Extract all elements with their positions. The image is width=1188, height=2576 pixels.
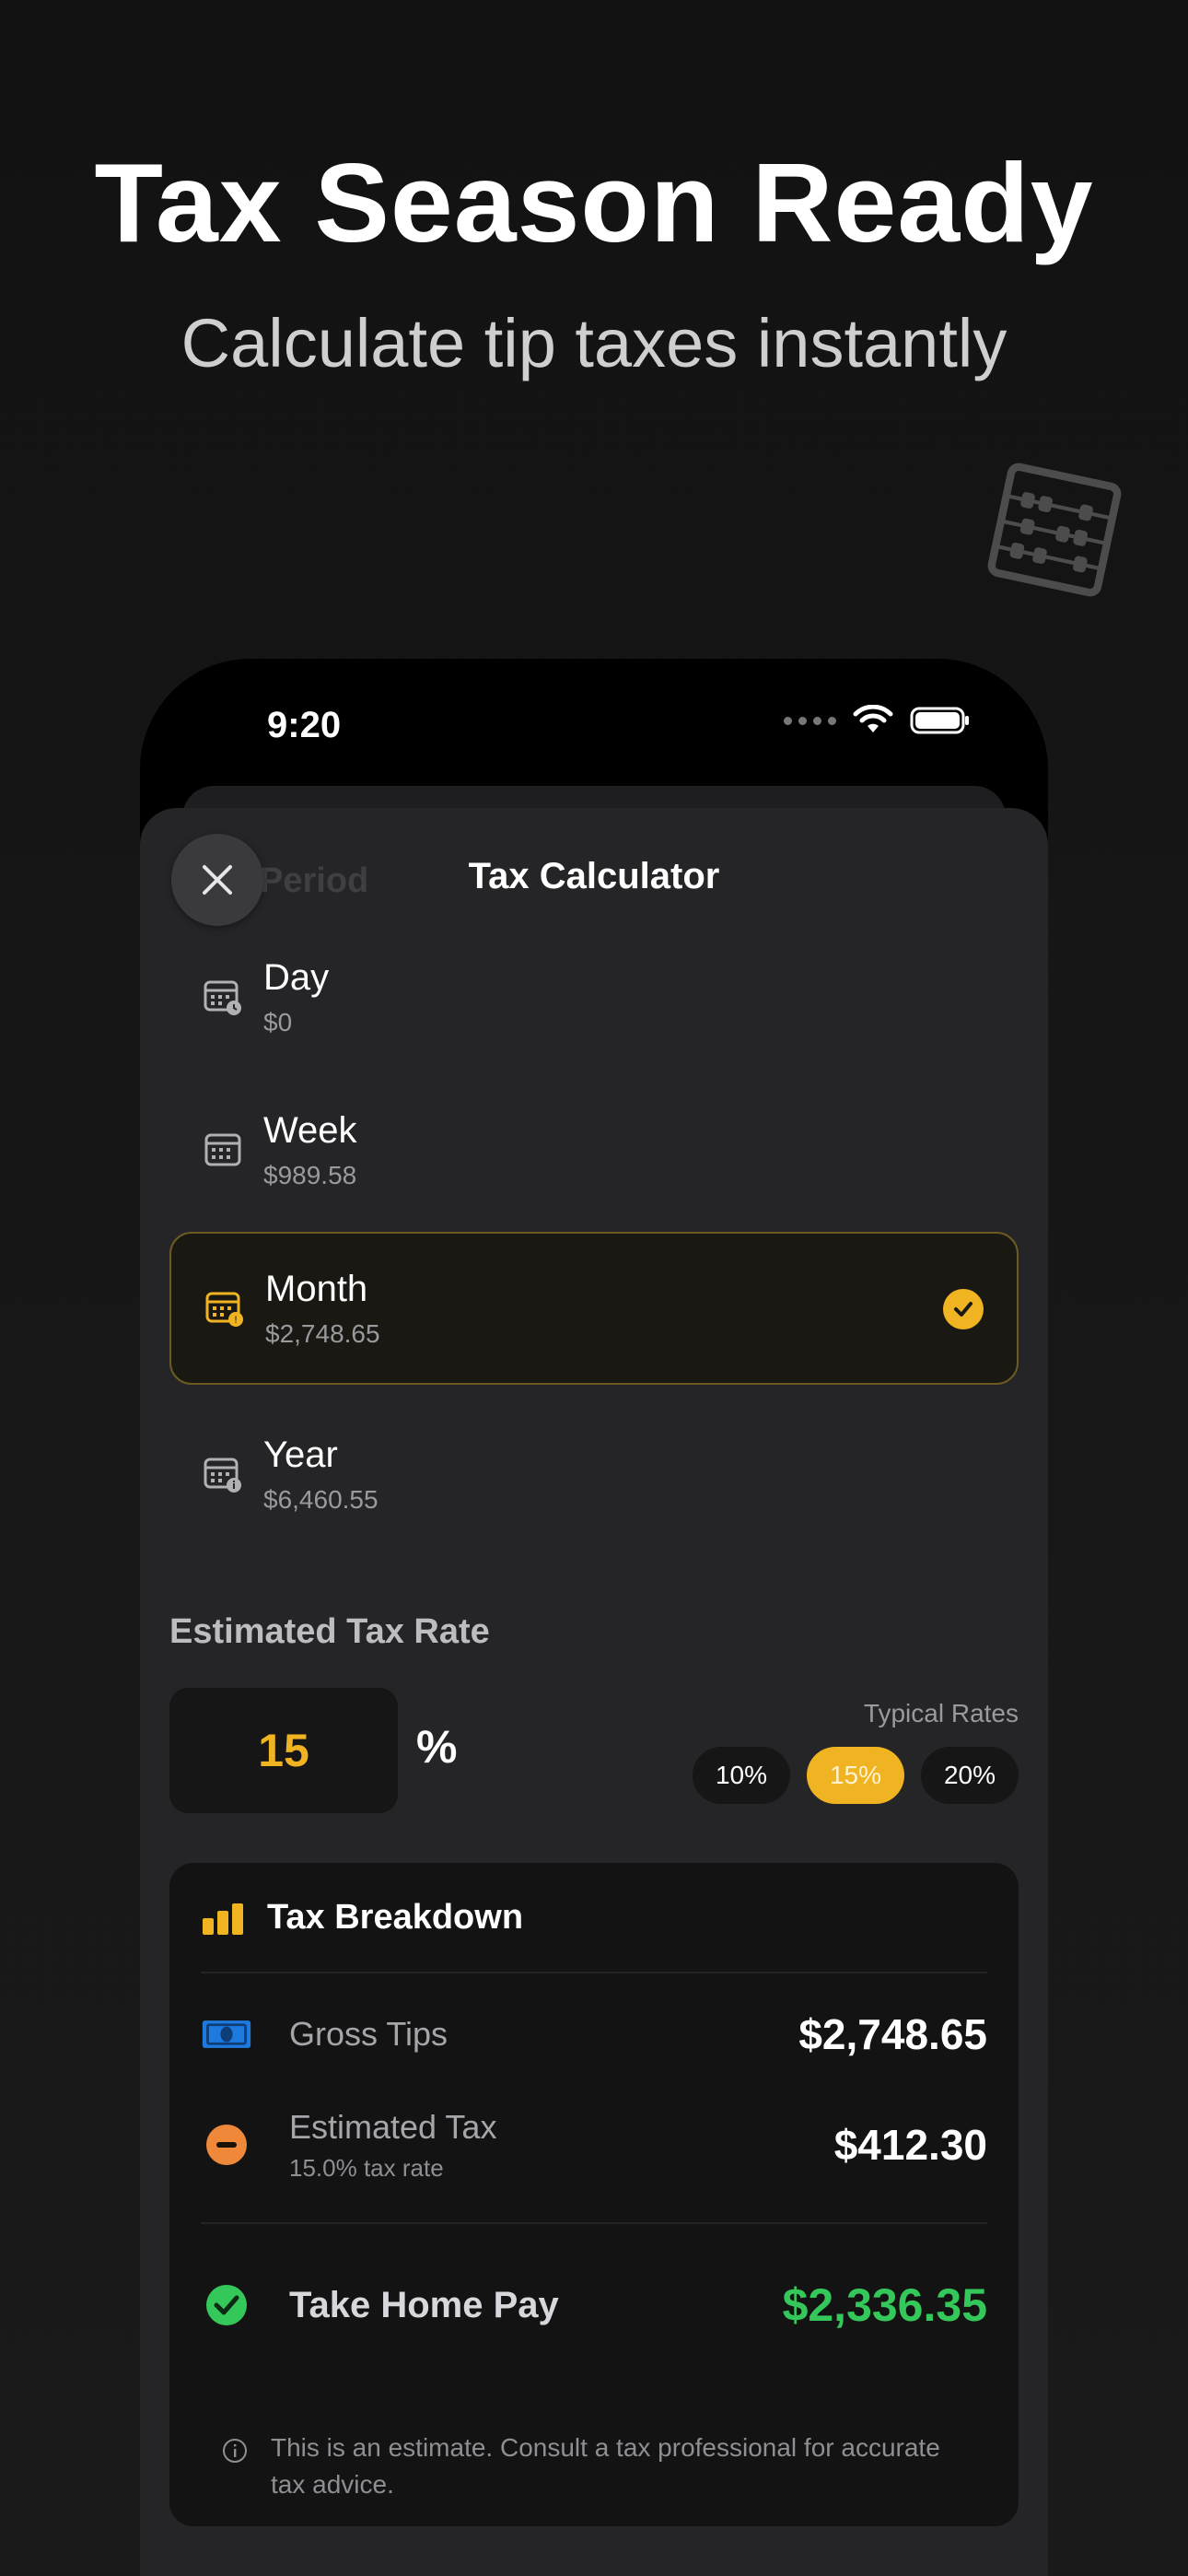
estimated-tax-rate-note: 15.0% tax rate [289, 2153, 444, 2182]
rate-chip-15[interactable]: 15% [807, 1747, 904, 1804]
period-option-day[interactable]: Day $0 [169, 920, 1019, 1073]
period-amount: $6,460.55 [263, 1484, 379, 1514]
take-home-value: $2,336.35 [782, 2279, 987, 2331]
hero-subtitle: Calculate tip taxes instantly [181, 305, 1007, 381]
percent-sign: % [416, 1721, 458, 1773]
breakdown-title: Tax Breakdown [267, 1898, 524, 1937]
calendar-icon [204, 1133, 241, 1166]
info-icon [223, 2439, 247, 2463]
period-amount: $989.58 [263, 1160, 357, 1189]
period-amount: $2,748.65 [265, 1318, 380, 1348]
take-home-row: Take Home Pay $2,336.35 [201, 2254, 987, 2356]
take-home-label: Take Home Pay [289, 2284, 559, 2325]
minus-circle-icon [201, 2119, 252, 2171]
tax-calculator-sheet: Period Tax Calculator Day $0 Week $989.5… [140, 808, 1048, 2576]
divider [201, 2222, 987, 2224]
period-name: Year [263, 1434, 338, 1475]
calendar-clock-icon [204, 980, 241, 1015]
hero-title: Tax Season Ready [94, 140, 1094, 265]
svg-text:!: ! [234, 1315, 237, 1326]
disclaimer-text: This is an estimate. Consult a tax profe… [271, 2433, 940, 2499]
rate-chip-20[interactable]: 20% [921, 1747, 1019, 1804]
phone-frame: 9:20 Period Tax Calculator Day $0 Week $… [140, 659, 1048, 2576]
status-icons [784, 705, 971, 736]
wifi-icon [853, 705, 893, 732]
tax-rate-label: Estimated Tax Rate [169, 1612, 490, 1651]
status-time: 9:20 [267, 705, 342, 745]
estimated-tax-label: Estimated Tax [289, 2107, 497, 2146]
checkmark-circle-icon [201, 2279, 252, 2331]
disclaimer: This is an estimate. Consult a tax profe… [221, 2430, 976, 2503]
period-name: Day [263, 956, 330, 998]
banknote-icon [201, 2008, 252, 2060]
bar-chart-icon [203, 1903, 243, 1935]
period-option-week[interactable]: Week $989.58 [169, 1073, 1019, 1226]
rate-chip-10[interactable]: 10% [693, 1747, 790, 1804]
tax-rate-input[interactable]: 15 [169, 1688, 398, 1813]
abacus-icon [987, 463, 1122, 597]
gross-tips-label: Gross Tips [289, 2015, 448, 2053]
checkmark-circle-icon [943, 1289, 984, 1329]
breakdown-header: Tax Breakdown [201, 1898, 523, 1938]
tax-breakdown-card: Tax Breakdown Gross Tips $2,748.65 Estim… [169, 1863, 1019, 2526]
estimated-tax-row: Estimated Tax 15.0% tax rate $412.30 [201, 2099, 987, 2191]
gross-tips-row: Gross Tips $2,748.65 [201, 1999, 987, 2069]
signal-dots-icon [784, 716, 836, 725]
typical-rates-chips: 10% 15% 20% [693, 1747, 1019, 1804]
sheet-title: Tax Calculator [468, 856, 720, 896]
battery-icon [910, 707, 969, 734]
divider [201, 1972, 987, 1973]
gross-tips-value: $2,748.65 [798, 2010, 987, 2058]
calendar-info-icon [204, 1458, 241, 1493]
period-amount: $0 [263, 1007, 293, 1036]
calendar-badge-icon: ! [205, 1292, 243, 1327]
period-option-month[interactable]: ! Month $2,748.65 [169, 1232, 1019, 1385]
period-option-year[interactable]: Year $6,460.55 [169, 1398, 1019, 1551]
typical-rates-label: Typical Rates [863, 1699, 1019, 1727]
period-name: Week [263, 1109, 357, 1151]
estimated-tax-value: $412.30 [833, 2121, 987, 2169]
period-name: Month [265, 1268, 368, 1309]
